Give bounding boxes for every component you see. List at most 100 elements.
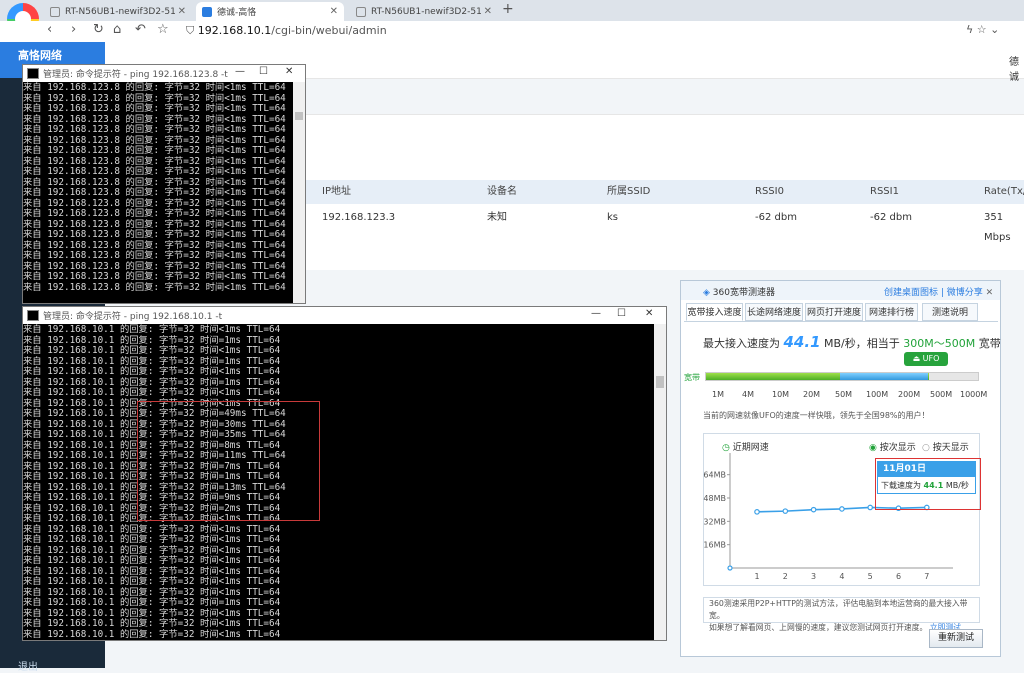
cmd-line: 来自 192.168.10.1 的回复: 字节=32 时间<1ms TTL=64 (23, 366, 281, 377)
y-tick-label: 48MB (703, 494, 726, 503)
speed-bar-highlight (840, 373, 928, 380)
scroll-thumb[interactable] (295, 112, 303, 120)
col-rssi1: RSSI1 (870, 186, 899, 197)
user-name[interactable]: 德诚 (1009, 53, 1024, 83)
y-tick-label: 64MB (703, 471, 726, 480)
cmd-window-2[interactable]: 管理员: 命令提示符 - ping 192.168.10.1 -t — ☐ ✕ … (22, 306, 667, 641)
lightning-icon[interactable]: ϟ (966, 23, 973, 36)
cmd-line: 来自 192.168.10.1 的回复: 字节=32 时间<1ms TTL=64 (23, 513, 281, 524)
create-icon-link[interactable]: 创建桌面图标 (884, 288, 938, 298)
speed-value: 44.1 (783, 333, 821, 351)
tab-access-speed[interactable]: 宽带接入速度 (686, 303, 743, 321)
tab-admin[interactable]: 德诚-高恪 ✕ (196, 2, 344, 21)
back-icon[interactable]: ‹ (47, 22, 52, 37)
speed-tip: 当前的网速就像UFO的速度一样快哦，领先于全国98%的用户！ (703, 411, 930, 420)
scrollbar[interactable] (293, 82, 305, 303)
cmd-line: 来自 192.168.10.1 的回复: 字节=32 时间<1ms TTL=64 (23, 534, 281, 545)
tab-title: 德诚-高恪 (217, 8, 257, 18)
tab-help[interactable]: 测速说明 (922, 303, 978, 321)
cell-ssid: ks (607, 212, 619, 223)
data-point (839, 506, 845, 512)
cmd-line: 来自 192.168.123.8 的回复: 字节=32 时间<1ms TTL=6… (23, 103, 286, 114)
band-range: 300M～500M (903, 337, 976, 350)
logout-link[interactable]: 退出 (18, 658, 38, 673)
tick-label: 200M (898, 390, 921, 399)
close-icon[interactable]: ✕ (178, 6, 186, 17)
tick-label: 4M (742, 390, 754, 399)
url-field[interactable]: ⛉ 192.168.10.1/cgi-bin/webui/admin (186, 21, 387, 41)
cmd-icon (27, 310, 39, 321)
url-path: /cgi-bin/webui/admin (271, 24, 387, 37)
maximize-icon[interactable]: ☐ (259, 66, 268, 77)
speed-summary: 最大接入速度为 44.1 MB/秒，相当于 300M～500M 宽带 (703, 333, 1001, 351)
col-ip: IP地址 (322, 186, 351, 197)
x-tick-label: 5 (868, 572, 873, 581)
cmd-output: 来自 192.168.123.8 的回复: 字节=32 时间<1ms TTL=6… (23, 82, 293, 303)
col-device: 设备名 (487, 186, 517, 197)
tab-divider (684, 321, 998, 322)
cmd-titlebar[interactable]: 管理员: 命令提示符 - ping 192.168.10.1 -t — ☐ ✕ (23, 307, 666, 324)
tab-router-1[interactable]: RT-N56UB1-newif3D2-512M ✕ (44, 2, 192, 21)
content-panel (305, 114, 1024, 147)
cmd-line: 来自 192.168.123.8 的回复: 字节=32 时间<1ms TTL=6… (23, 250, 286, 261)
tab-webpage-speed[interactable]: 网页打开速度 (805, 303, 863, 321)
close-icon[interactable]: ✕ (285, 66, 293, 77)
data-point (782, 508, 789, 514)
chevron-down-icon[interactable]: ⌄ (990, 23, 999, 36)
cmd-line: 来自 192.168.123.8 的回复: 字节=32 时间<1ms TTL=6… (23, 281, 286, 293)
tab-router-2[interactable]: RT-N56UB1-newif3D2-512M ✕ (350, 2, 498, 21)
tick-label: 500M (930, 390, 953, 399)
scrollbar[interactable] (654, 324, 666, 640)
tab-ranking[interactable]: 网速排行榜 (865, 303, 918, 321)
cmd-line: 来自 192.168.123.8 的回复: 字节=32 时间<1ms TTL=6… (23, 145, 286, 156)
cmd-line: 来自 192.168.123.8 的回复: 字节=32 时间<1ms TTL=6… (23, 187, 286, 198)
tab-title: RT-N56UB1-newif3D2-512M (371, 6, 481, 17)
speedtest-logo-icon: ◈ (703, 288, 713, 298)
cell-ip: 192.168.123.3 (322, 212, 396, 223)
speedtest-links: 创建桌面图标 | 微博分享 ✕ (884, 288, 994, 298)
cmd-line: 来自 192.168.10.1 的回复: 字节=32 时间<1ms TTL=64 (23, 618, 281, 629)
note-line-1: 360测速采用P2P+HTTP的测试方法，评估电脑到本地运营商的最大接入带宽。 (709, 599, 968, 620)
cmd-line: 来自 192.168.123.8 的回复: 字节=32 时间<1ms TTL=6… (23, 82, 286, 93)
scroll-thumb[interactable] (656, 376, 664, 388)
tick-label: 1M (712, 390, 724, 399)
close-icon[interactable]: ✕ (645, 308, 653, 319)
tab-long-distance[interactable]: 长途网络速度 (745, 303, 803, 321)
cmd-line: 来自 192.168.10.1 的回复: 字节=32 时间<1ms TTL=64 (23, 555, 281, 566)
cmd-window-1[interactable]: 管理员: 命令提示符 - ping 192.168.123.8 -t — ☐ ✕… (22, 64, 306, 304)
x-tick-label: 6 (896, 572, 901, 581)
undo-icon[interactable]: ↶ (135, 22, 146, 37)
cmd-line: 来自 192.168.123.8 的回复: 字节=32 时间<1ms TTL=6… (23, 208, 286, 219)
cell-rssi0: -62 dbm (755, 212, 797, 223)
x-tick-label: 1 (754, 572, 759, 581)
home-icon[interactable]: ⌂ (113, 22, 121, 37)
cmd-line: 来自 192.168.10.1 的回复: 字节=32 时间<1ms TTL=64 (23, 345, 281, 356)
cmd-titlebar[interactable]: 管理员: 命令提示符 - ping 192.168.123.8 -t — ☐ ✕ (23, 65, 305, 82)
cmd-line: 来自 192.168.123.8 的回复: 字节=32 时间<1ms TTL=6… (23, 124, 286, 135)
ufo-icon: ⏏ (912, 354, 923, 363)
minimize-icon[interactable]: — (235, 66, 245, 77)
star-icon[interactable]: ☆ (157, 22, 169, 37)
reload-icon[interactable]: ↻ (93, 22, 104, 37)
cell-rate: 351 Mbps (984, 212, 1011, 243)
page-icon (356, 6, 366, 17)
minimize-icon[interactable]: — (591, 308, 601, 319)
close-icon[interactable]: ✕ (330, 6, 338, 17)
close-icon[interactable]: ✕ (484, 6, 492, 17)
maximize-icon[interactable]: ☐ (617, 308, 626, 319)
cmd-line: 来自 192.168.10.1 的回复: 字节=32 时间=9ms TTL=64 (23, 492, 281, 503)
forward-icon[interactable]: › (71, 22, 76, 37)
star-icon[interactable]: ☆ (977, 23, 987, 36)
origin-point (727, 565, 733, 571)
extension-icons[interactable]: ϟ ☆ ⌄ (966, 23, 999, 36)
close-icon[interactable]: ✕ (986, 288, 994, 298)
cmd-line: 来自 192.168.10.1 的回复: 字节=32 时间<1ms TTL=64 (23, 387, 281, 398)
cmd-line: 来自 192.168.10.1 的回复: 字节=32 时间=35ms TTL=6… (23, 429, 286, 440)
tab-title: RT-N56UB1-newif3D2-512M (65, 6, 175, 17)
method-note: 360测速采用P2P+HTTP的测试方法，评估电脑到本地运营商的最大接入带宽。 … (703, 597, 980, 632)
new-tab-button[interactable]: + (502, 1, 514, 17)
retest-button[interactable]: 重新测试 (929, 629, 983, 648)
share-link[interactable]: 微博分享 (947, 288, 983, 298)
y-tick-label: 16MB (703, 541, 726, 550)
highlight-box (137, 401, 320, 521)
